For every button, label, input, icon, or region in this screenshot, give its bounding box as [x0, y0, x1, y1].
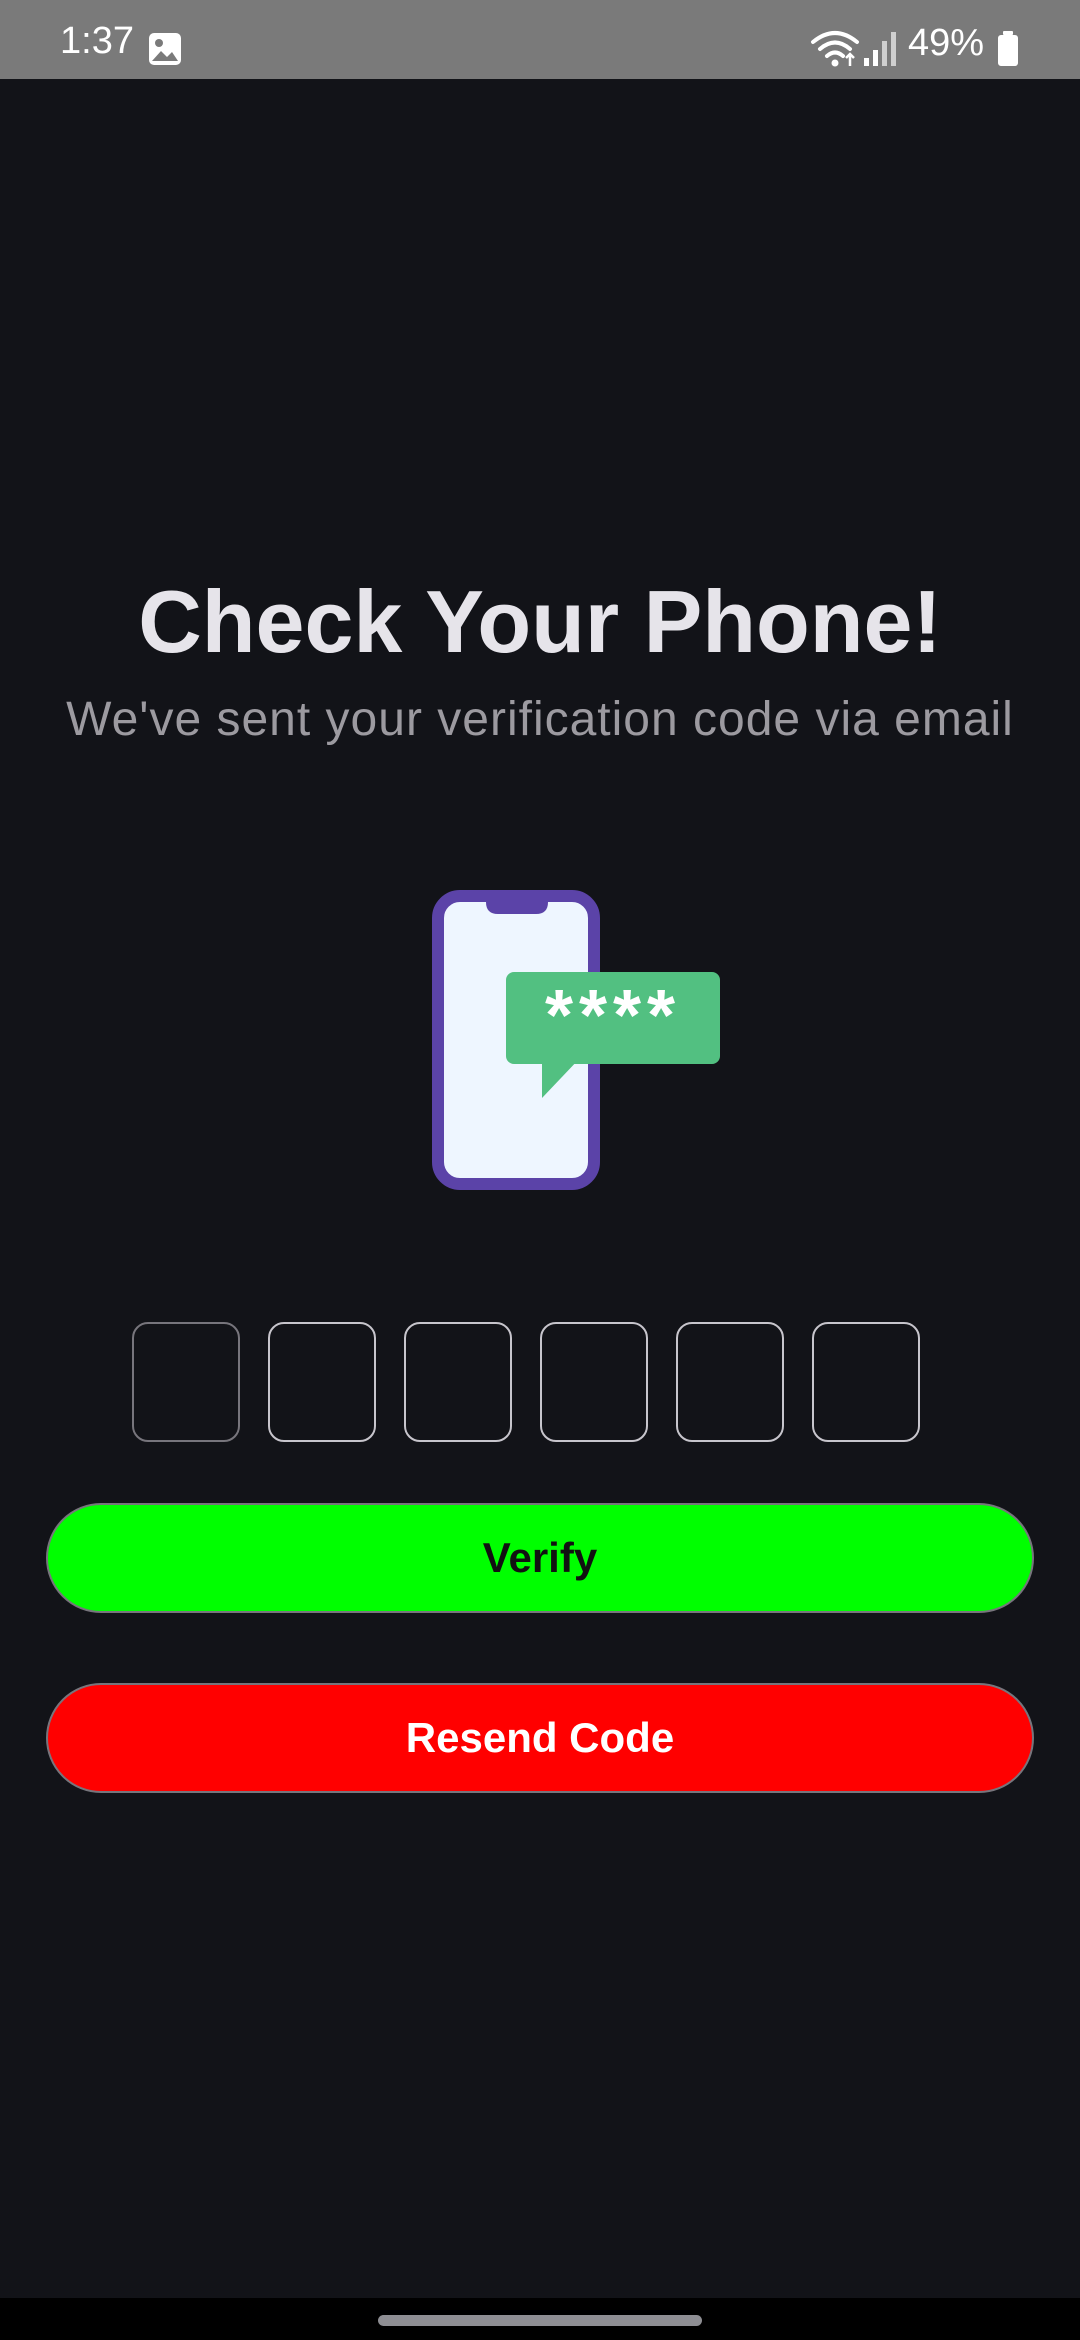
home-indicator[interactable] [378, 2315, 702, 2326]
battery-percentage: 49% [908, 22, 985, 64]
code-input-row [132, 1322, 926, 1446]
gallery-icon [149, 33, 181, 65]
verify-button-label: Verify [482, 1534, 598, 1581]
code-digit-5[interactable] [676, 1322, 784, 1442]
code-digit-6[interactable] [812, 1322, 920, 1442]
resend-code-button-label: Resend Code [405, 1714, 675, 1761]
status-bar: 1:37 49% [0, 0, 1080, 79]
battery-icon [998, 31, 1018, 66]
resend-code-button[interactable]: Resend Code [46, 1683, 1034, 1793]
signal-icon [864, 32, 896, 66]
code-digit-4[interactable] [540, 1322, 648, 1442]
verify-button[interactable]: Verify [46, 1503, 1034, 1613]
phone-code-illustration: **** [432, 890, 720, 1190]
code-digit-3[interactable] [404, 1322, 512, 1442]
bubble-code-text: **** [545, 976, 681, 1056]
status-time: 1:37 [60, 20, 134, 62]
code-digit-2[interactable] [268, 1322, 376, 1442]
code-digit-1[interactable] [132, 1322, 240, 1442]
page-title: Check Your Phone! [138, 572, 942, 671]
wifi-icon [811, 31, 859, 67]
page-subtitle: We've sent your verification code via em… [66, 693, 1014, 746]
